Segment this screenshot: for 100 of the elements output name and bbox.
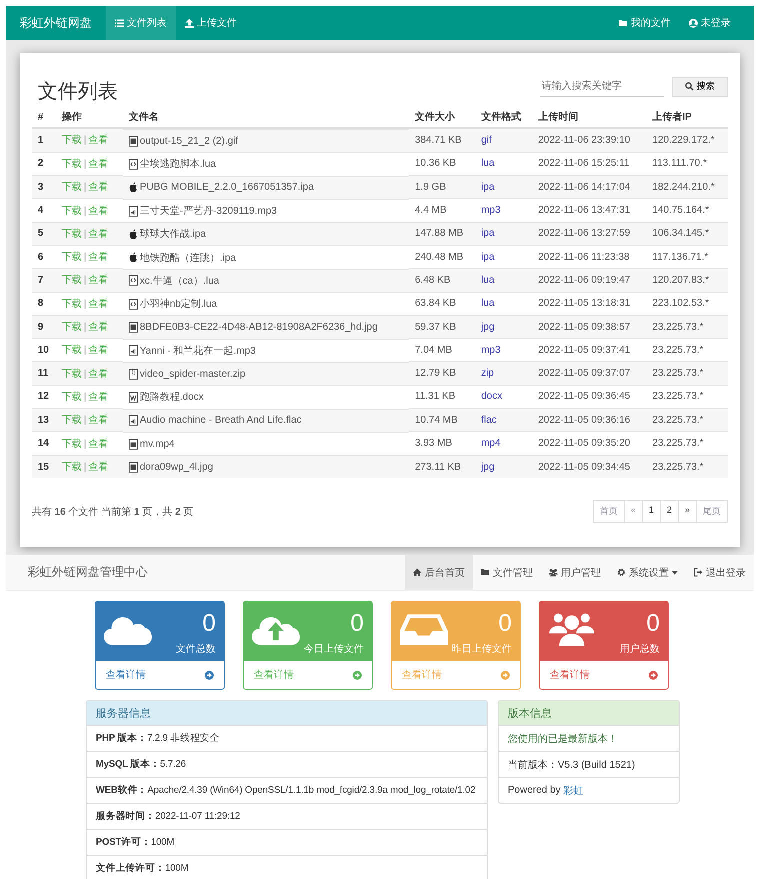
download-link[interactable]: 下载 [62, 415, 82, 426]
file-format[interactable]: lua [481, 274, 495, 286]
uploader-ip: 23.225.73.* [652, 391, 704, 402]
stat-count: 0 [646, 610, 660, 638]
file-format[interactable]: mp4 [481, 438, 501, 449]
page-title: 文件列表 [38, 80, 118, 105]
view-details-link[interactable]: 查看详情 [243, 661, 373, 690]
file-format[interactable]: mp3 [481, 205, 501, 216]
file-name: 跑路教程.docx [140, 391, 204, 404]
row-number: 3 [38, 182, 44, 193]
upload-time: 2022-11-06 09:19:47 [538, 274, 630, 286]
admin-nav-item[interactable]: 文件管理 [473, 555, 541, 590]
file-format[interactable]: jpg [481, 462, 495, 473]
audio-file-icon [129, 345, 138, 356]
download-link[interactable]: 下载 [62, 462, 82, 474]
view-details-link[interactable]: 查看详情 [95, 661, 225, 690]
page-link[interactable]: » [678, 500, 697, 524]
view-link[interactable]: 查看 [88, 182, 109, 194]
download-link[interactable]: 下载 [62, 135, 82, 146]
view-details-link[interactable]: 查看详情 [391, 661, 521, 690]
stat-count: 0 [498, 610, 512, 638]
nav-link[interactable]: 未登录 [680, 6, 740, 40]
file-format[interactable]: zip [481, 368, 494, 380]
file-format[interactable]: mp3 [481, 344, 501, 356]
nav-tab[interactable]: 上传文件 [176, 6, 246, 40]
upload-time: 2022-11-05 09:36:45 [538, 391, 630, 402]
nav-link[interactable]: 我的文件 [610, 6, 680, 40]
upload-time: 2022-11-06 14:17:04 [538, 182, 630, 193]
view-link[interactable]: 查看 [88, 438, 109, 450]
link-separator: | [84, 206, 87, 217]
view-link[interactable]: 查看 [88, 345, 109, 356]
archive-file-icon [129, 368, 138, 380]
link-separator: | [84, 182, 87, 194]
download-link[interactable]: 下载 [62, 345, 82, 356]
row-number: 4 [38, 205, 44, 216]
file-size: 4.4 MB [415, 205, 447, 216]
site-brand[interactable]: 彩虹外链网盘 [6, 14, 106, 32]
upload-time: 2022-11-05 09:37:41 [538, 344, 630, 356]
admin-brand[interactable]: 彩虹外链网盘管理中心 [6, 564, 148, 581]
file-name: PUBG MOBILE_2.2.0_1667051357.ipa [140, 182, 314, 194]
view-link[interactable]: 查看 [88, 322, 109, 334]
view-link[interactable]: 查看 [88, 135, 109, 146]
view-details-link[interactable]: 查看详情 [539, 661, 669, 690]
code-file-icon [129, 298, 138, 310]
page-link[interactable]: 1 [642, 500, 661, 524]
view-link[interactable]: 查看 [88, 462, 109, 474]
uploader-ip: 23.225.73.* [652, 368, 704, 380]
download-link[interactable]: 下载 [62, 392, 82, 403]
file-format[interactable]: docx [481, 391, 502, 402]
download-link[interactable]: 下载 [62, 228, 82, 240]
view-link[interactable]: 查看 [88, 252, 109, 264]
view-link[interactable]: 查看 [88, 206, 109, 217]
info-row-text: 服务器时间：2022-11-07 11:29:12 [96, 810, 240, 823]
view-link[interactable]: 查看 [88, 368, 109, 380]
file-size: 10.36 KB [415, 158, 456, 170]
gear-icon [617, 568, 626, 577]
file-format[interactable]: lua [481, 158, 495, 170]
image-file-icon [129, 136, 138, 147]
upload-time: 2022-11-05 09:37:07 [538, 368, 630, 380]
link-separator: | [84, 345, 87, 356]
download-link[interactable]: 下载 [62, 275, 82, 286]
view-link[interactable]: 查看 [88, 158, 109, 170]
file-name: output-15_21_2 (2).gif [140, 136, 238, 147]
file-format[interactable]: ipa [481, 252, 495, 263]
file-format[interactable]: lua [481, 298, 495, 310]
nav-tab[interactable]: 文件列表 [106, 6, 176, 40]
view-link[interactable]: 查看 [88, 275, 109, 286]
author-link[interactable]: 彩虹 [564, 784, 584, 798]
view-link[interactable]: 查看 [88, 298, 109, 310]
row-number: 15 [38, 462, 50, 473]
search-button[interactable]: 搜索 [672, 76, 728, 96]
link-separator: | [84, 275, 87, 286]
uploader-ip: 23.225.73.* [652, 462, 704, 473]
admin-nav-item[interactable]: 系统设置 [609, 555, 686, 590]
download-link[interactable]: 下载 [62, 298, 82, 310]
file-format[interactable]: jpg [481, 322, 495, 333]
download-link[interactable]: 下载 [62, 206, 82, 217]
download-link[interactable]: 下载 [62, 368, 82, 380]
download-link[interactable]: 下载 [62, 322, 82, 334]
file-size: 7.04 MB [415, 344, 452, 356]
users-icon [549, 568, 558, 577]
download-link[interactable]: 下载 [62, 182, 82, 194]
audio-file-icon [129, 206, 138, 217]
admin-nav-item[interactable]: 用户管理 [541, 555, 609, 590]
link-separator: | [84, 158, 87, 170]
view-link[interactable]: 查看 [88, 392, 109, 403]
admin-nav-item[interactable]: 退出登录 [686, 555, 754, 590]
download-link[interactable]: 下载 [62, 438, 82, 450]
file-format[interactable]: ipa [481, 182, 495, 193]
file-format[interactable]: gif [481, 134, 492, 146]
view-link[interactable]: 查看 [88, 415, 109, 426]
file-format[interactable]: ipa [481, 228, 495, 240]
download-link[interactable]: 下载 [62, 158, 82, 170]
page-link[interactable]: 2 [660, 500, 679, 524]
folder-icon [481, 568, 490, 577]
file-size: 273.11 KB [415, 462, 462, 473]
admin-nav-item[interactable]: 后台首页 [405, 555, 473, 590]
view-link[interactable]: 查看 [88, 228, 109, 240]
file-format[interactable]: flac [481, 414, 497, 426]
download-link[interactable]: 下载 [62, 252, 82, 264]
